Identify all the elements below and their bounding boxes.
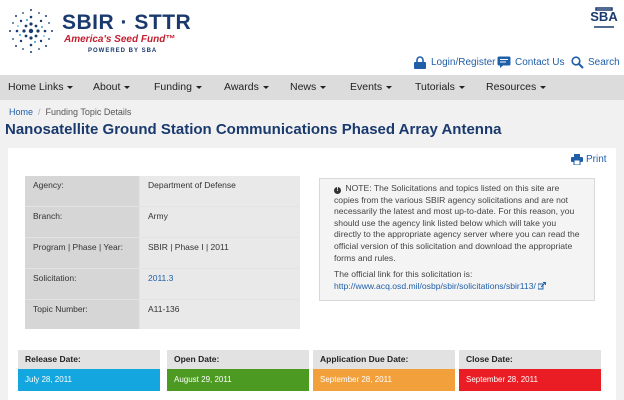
nav-resources-label: Resources <box>486 81 537 93</box>
nav-news[interactable]: News <box>290 75 327 100</box>
close-date-value: September 28, 2011 <box>459 369 601 391</box>
chevron-down-icon <box>386 85 393 89</box>
table-row: Solicitation: 2011.3 <box>25 269 300 299</box>
nav-awards-label: Awards <box>224 81 259 93</box>
exclamation-circle-icon: ! <box>334 187 341 194</box>
search-label: Search <box>588 56 620 68</box>
nav-funding-label: Funding <box>154 81 192 93</box>
table-row: Program | Phase | Year: SBIR | Phase I |… <box>25 238 300 268</box>
login-register-label: Login/Register <box>431 56 496 68</box>
open-date-box: Open Date: August 29, 2011 <box>167 350 309 393</box>
print-button[interactable]: Print <box>571 154 607 165</box>
search-link[interactable]: Search <box>571 53 620 71</box>
chevron-down-icon <box>262 85 269 89</box>
chevron-down-icon <box>67 85 74 89</box>
application-due-date-value: September 28, 2011 <box>313 369 455 391</box>
nav-events[interactable]: Events <box>350 75 393 100</box>
nav-home-links-label: Home Links <box>8 81 64 93</box>
contact-us-label: Contact Us <box>515 56 565 68</box>
open-date-value: August 29, 2011 <box>167 369 309 391</box>
key-dates: Release Date: July 28, 2011 Open Date: A… <box>18 350 601 395</box>
brand-tagline: America's Seed Fund™ <box>64 34 176 45</box>
login-register-link[interactable]: Login/Register <box>413 53 495 71</box>
close-date-label: Close Date: <box>459 350 601 369</box>
contact-us-link[interactable]: Contact Us <box>497 53 564 71</box>
breadcrumb-home-link[interactable]: Home <box>9 107 33 117</box>
search-icon <box>571 55 584 69</box>
brand-title-separator: · <box>120 11 129 34</box>
sba-logo[interactable]: SBA <box>590 7 618 31</box>
chevron-down-icon <box>458 85 465 89</box>
topic-number-value: A11-136 <box>140 300 300 329</box>
application-due-date-label: Application Due Date: <box>313 350 455 369</box>
main-navigation: Home Links About Funding Awards News Eve… <box>0 75 624 100</box>
printer-icon <box>571 154 583 165</box>
external-link-icon <box>537 281 546 290</box>
table-row: Branch: Army <box>25 207 300 237</box>
agency-value: Department of Defense <box>140 176 300 206</box>
application-due-date-box: Application Due Date: September 28, 2011 <box>313 350 455 393</box>
brand-title: SBIR · STTR <box>62 12 191 34</box>
official-link-url: http://www.acq.osd.mil/osbp/sbir/solicit… <box>334 280 536 291</box>
nav-funding[interactable]: Funding <box>154 75 202 100</box>
breadcrumb-current: Funding Topic Details <box>45 107 132 117</box>
nav-resources[interactable]: Resources <box>486 75 547 100</box>
official-solicitation-link[interactable]: http://www.acq.osd.mil/osbp/sbir/solicit… <box>334 281 546 291</box>
nav-events-label: Events <box>350 81 383 93</box>
sbir-logo-icon[interactable] <box>6 6 56 56</box>
release-date-box: Release Date: July 28, 2011 <box>18 350 160 393</box>
official-link-label: The official link for this solicitation … <box>334 269 473 280</box>
official-link-paragraph: The official link for this solicitation … <box>334 269 580 292</box>
program-phase-year-value: SBIR | Phase I | 2011 <box>140 238 300 268</box>
solicitation-label: Solicitation: <box>25 269 139 299</box>
site-header: SBIR · STTR America's Seed Fund™ POWERED… <box>0 0 624 75</box>
topic-number-label: Topic Number: <box>25 300 139 329</box>
chat-icon <box>497 56 511 68</box>
chevron-down-icon <box>540 85 547 89</box>
notice-text: NOTE: The Solicitations and topics liste… <box>334 183 580 263</box>
notice-text-paragraph: ! NOTE: The Solicitations and topics lis… <box>334 183 580 264</box>
brand-title-sbir: SBIR <box>62 11 115 34</box>
table-row: Topic Number: A11-136 <box>25 300 300 330</box>
nav-about[interactable]: About <box>93 75 131 100</box>
nav-tutorials-label: Tutorials <box>415 81 455 93</box>
nav-news-label: News <box>290 81 317 93</box>
solicitation-link[interactable]: 2011.3 <box>140 269 300 299</box>
release-date-value: July 28, 2011 <box>18 369 160 391</box>
brand-powered-by: POWERED BY SBA <box>88 48 158 54</box>
chevron-down-icon <box>124 85 131 89</box>
lock-icon <box>414 55 426 69</box>
close-date-box: Close Date: September 28, 2011 <box>459 350 601 393</box>
nav-tutorials[interactable]: Tutorials <box>415 75 465 100</box>
page-title: Nanosatellite Ground Station Communicati… <box>5 121 502 138</box>
program-phase-year-label: Program | Phase | Year: <box>25 238 139 268</box>
topic-details-table: Agency: Department of Defense Branch: Ar… <box>25 176 300 329</box>
branch-value: Army <box>140 207 300 237</box>
brand-wordmark[interactable]: SBIR · STTR America's Seed Fund™ POWERED… <box>62 12 191 56</box>
brand-title-sttr: STTR <box>134 11 192 34</box>
breadcrumb: Home / Funding Topic Details <box>9 107 131 117</box>
table-row: Agency: Department of Defense <box>25 176 300 206</box>
print-label: Print <box>586 154 607 165</box>
agency-label: Agency: <box>25 176 139 206</box>
release-date-label: Release Date: <box>18 350 160 369</box>
nav-awards[interactable]: Awards <box>224 75 269 100</box>
open-date-label: Open Date: <box>167 350 309 369</box>
solicitation-notice: ! NOTE: The Solicitations and topics lis… <box>319 178 595 301</box>
chevron-down-icon <box>195 85 202 89</box>
chevron-down-icon <box>320 85 327 89</box>
breadcrumb-separator: / <box>38 107 41 117</box>
sba-logo-bracket-icon <box>594 7 614 28</box>
nav-about-label: About <box>93 81 121 93</box>
nav-home-links[interactable]: Home Links <box>8 75 74 100</box>
branch-label: Branch: <box>25 207 139 237</box>
